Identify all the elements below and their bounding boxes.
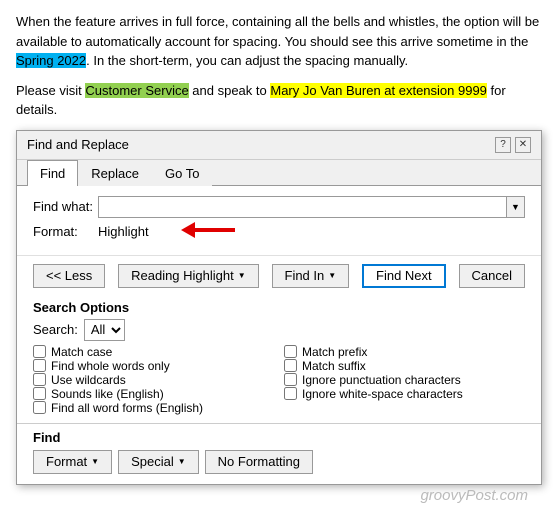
checkbox-col-left: Match case Find whole words only Use wil… xyxy=(33,345,274,415)
dialog-title: Find and Replace xyxy=(27,137,129,152)
checkbox-grid: Match case Find whole words only Use wil… xyxy=(33,345,525,415)
find-replace-dialog: Find and Replace ? ✕ Find Replace Go To … xyxy=(16,130,542,485)
checkbox-wildcards-input[interactable] xyxy=(33,373,46,386)
checkbox-match-case: Match case xyxy=(33,345,274,359)
prose-line2-start: Please visit xyxy=(16,83,85,98)
special-button[interactable]: Special xyxy=(118,450,199,474)
checkbox-whole-words-input[interactable] xyxy=(33,359,46,372)
search-label: Search: xyxy=(33,322,78,337)
red-arrow-indicator xyxy=(181,222,235,238)
tab-find[interactable]: Find xyxy=(27,160,78,186)
find-in-button[interactable]: Find In xyxy=(272,264,350,288)
prose-block2: Please visit Customer Service and speak … xyxy=(16,81,542,120)
search-row: Search: All xyxy=(33,319,525,341)
arrow-body-icon xyxy=(195,228,235,232)
format-label: Format: xyxy=(33,224,98,239)
checkbox-match-prefix: Match prefix xyxy=(284,345,525,359)
dialog-tabs: Find Replace Go To xyxy=(17,160,541,186)
find-next-button[interactable]: Find Next xyxy=(362,264,446,288)
reading-highlight-button[interactable]: Reading Highlight xyxy=(118,264,259,288)
find-what-label: Find what: xyxy=(33,199,98,214)
prose-line1-end: . In the short-term, you can adjust the … xyxy=(86,53,408,68)
prose-line2-mid: and speak to xyxy=(189,83,271,98)
checkbox-ignore-space-input[interactable] xyxy=(284,387,297,400)
dialog-controls: ? ✕ xyxy=(495,137,531,153)
arrow-head-icon xyxy=(181,222,195,238)
checkbox-whole-words: Find whole words only xyxy=(33,359,274,373)
checkbox-col-right: Match prefix Match suffix Ignore punctua… xyxy=(284,345,525,415)
checkbox-sounds-like-input[interactable] xyxy=(33,387,46,400)
checkbox-word-forms-input[interactable] xyxy=(33,401,46,414)
bottom-section: Find Format Special No Formatting xyxy=(17,423,541,484)
tab-goto[interactable]: Go To xyxy=(152,160,212,186)
dialog-button-row: << Less Reading Highlight Find In Find N… xyxy=(17,255,541,294)
checkbox-sounds-like: Sounds like (English) xyxy=(33,387,274,401)
checkbox-match-suffix: Match suffix xyxy=(284,359,525,373)
bottom-section-title: Find xyxy=(33,430,525,445)
format-value: Highlight xyxy=(98,224,149,239)
close-button[interactable]: ✕ xyxy=(515,137,531,153)
find-input-wrap: ▼ xyxy=(98,196,525,218)
dialog-titlebar: Find and Replace ? ✕ xyxy=(17,131,541,160)
no-formatting-button[interactable]: No Formatting xyxy=(205,450,313,474)
checkbox-ignore-space: Ignore white-space characters xyxy=(284,387,525,401)
tab-replace[interactable]: Replace xyxy=(78,160,152,186)
search-options-section: Search Options Search: All Match case Fi… xyxy=(17,294,541,423)
format-row: Format: Highlight xyxy=(33,224,525,239)
checkbox-ignore-punct: Ignore punctuation characters xyxy=(284,373,525,387)
find-what-row: Find what: ▼ xyxy=(33,196,525,218)
search-select[interactable]: All xyxy=(84,319,125,341)
find-input[interactable] xyxy=(98,196,507,218)
checkbox-match-suffix-input[interactable] xyxy=(284,359,297,372)
prose-block: When the feature arrives in full force, … xyxy=(16,12,542,71)
help-button[interactable]: ? xyxy=(495,137,511,153)
checkbox-match-prefix-input[interactable] xyxy=(284,345,297,358)
find-dropdown-arrow[interactable]: ▼ xyxy=(507,196,525,218)
search-options-title: Search Options xyxy=(33,300,525,315)
checkbox-word-forms: Find all word forms (English) xyxy=(33,401,274,415)
watermark: groovyPost.com xyxy=(420,487,528,504)
bottom-buttons: Format Special No Formatting xyxy=(33,450,525,474)
checkbox-match-case-input[interactable] xyxy=(33,345,46,358)
dialog-body: Find what: ▼ Format: Highlight xyxy=(17,186,541,255)
format-bottom-button[interactable]: Format xyxy=(33,450,112,474)
cancel-button[interactable]: Cancel xyxy=(459,264,525,288)
checkbox-wildcards: Use wildcards xyxy=(33,373,274,387)
prose-line1: When the feature arrives in full force, … xyxy=(16,14,539,49)
less-button[interactable]: << Less xyxy=(33,264,105,288)
checkbox-ignore-punct-input[interactable] xyxy=(284,373,297,386)
highlight-spring: Spring 2022 xyxy=(16,53,86,68)
highlight-name: Mary Jo Van Buren at extension 9999 xyxy=(270,83,487,98)
highlight-customer: Customer Service xyxy=(85,83,188,98)
